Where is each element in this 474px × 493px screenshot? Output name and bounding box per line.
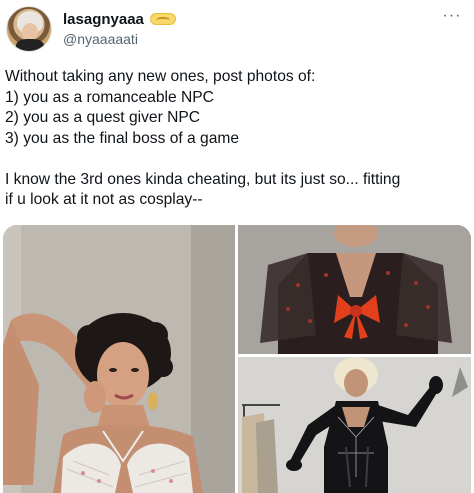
photo-black-latex-cosplay[interactable] — [238, 357, 471, 493]
tweet-text: Without taking any new ones, post photos… — [5, 67, 469, 211]
tweet-line: I know the 3rd ones kinda cheating, but … — [5, 170, 401, 188]
more-options-icon[interactable]: ··· — [440, 8, 464, 24]
tweet-line: if u look at it not as cosplay-- — [5, 191, 203, 208]
photo-portrait-curly-hair[interactable] — [3, 225, 235, 493]
avatar[interactable] — [6, 6, 52, 52]
tweet-line: 2) you as a quest giver NPC — [5, 109, 201, 126]
name-row: lasagnyaaa — [63, 10, 176, 28]
user-handle[interactable]: @nyaaaaati — [63, 31, 138, 47]
tweet-line: 3) you as the final boss of a game — [5, 129, 240, 147]
tweet-header: lasagnyaaa @nyaaaaati ··· — [0, 0, 474, 60]
display-name[interactable]: lasagnyaaa — [63, 11, 144, 28]
verified-badge-icon — [149, 13, 176, 25]
tweet-line-spacer — [5, 149, 469, 170]
tweet-line: 1) you as a romanceable NPC — [5, 88, 214, 106]
photo-black-kimono-red-bow[interactable] — [238, 225, 471, 354]
tweet-line: Without taking any new ones, post photos… — [5, 68, 316, 85]
media-grid — [3, 225, 471, 493]
